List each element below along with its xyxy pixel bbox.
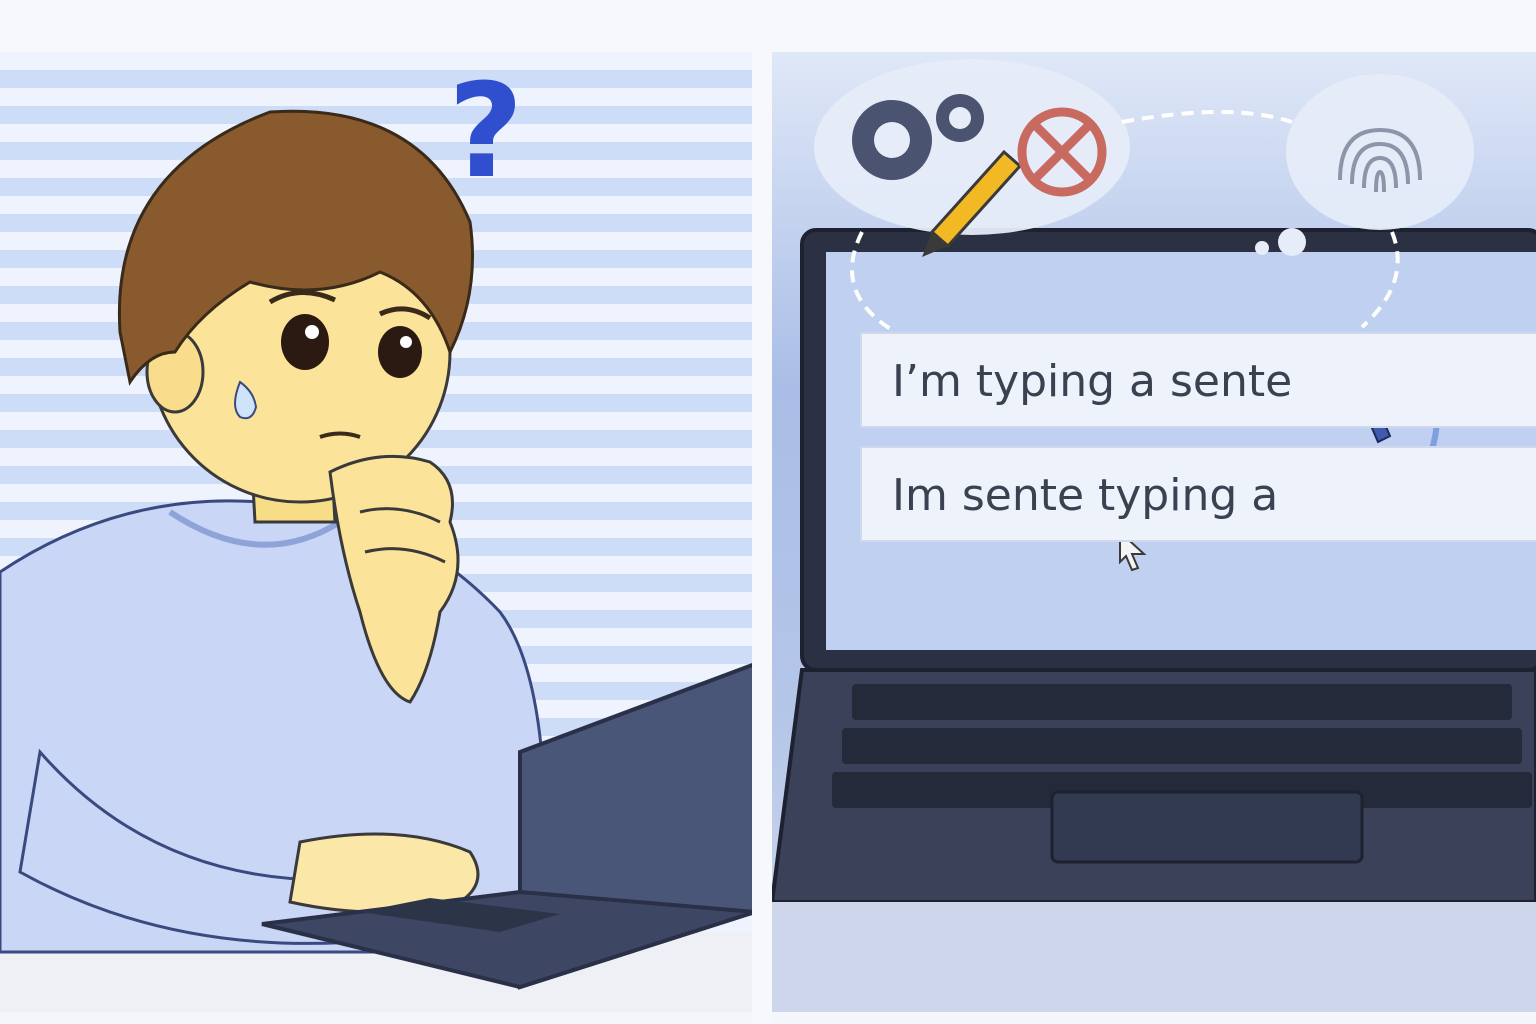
right-panel-illustration: I’m typing a sente Im sente typing a	[772, 52, 1536, 1012]
keyboard	[832, 684, 1532, 808]
question-mark-icon: ?	[448, 55, 524, 207]
right-eye	[378, 326, 422, 378]
left-panel-illustration: ?	[0, 52, 752, 1012]
original-text-field[interactable]: I’m typing a sente	[860, 332, 1536, 428]
person-illustration	[0, 109, 752, 1012]
scrambled-text-field[interactable]: Im sente typing a	[860, 446, 1536, 542]
right-thought-bubble	[1286, 74, 1474, 230]
trackpad	[1050, 790, 1364, 864]
panel-divider	[752, 40, 772, 1024]
left-eye	[281, 314, 329, 370]
